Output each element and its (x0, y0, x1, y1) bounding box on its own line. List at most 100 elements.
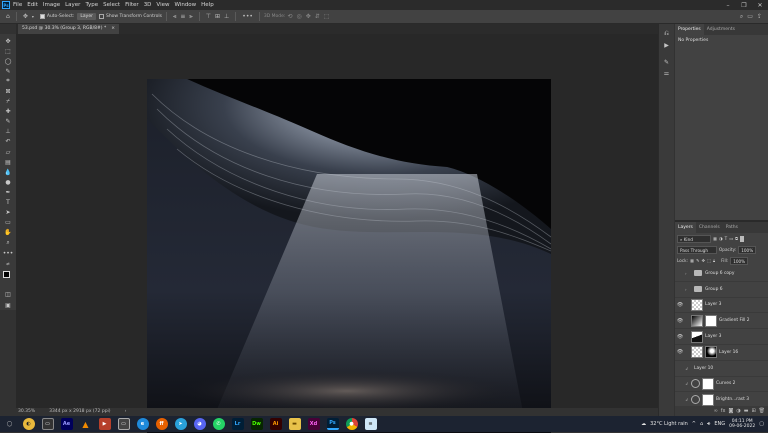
layer-row[interactable]: › Group 6 (675, 282, 768, 298)
eyedropper-tool-icon[interactable]: ⌿ (3, 97, 13, 107)
menu-view[interactable]: View (156, 2, 169, 8)
3d-roll-icon[interactable]: ◎ (296, 13, 301, 20)
layer-row[interactable]: 👁︎ Gradient Fill 2 (675, 313, 768, 330)
align-left-icon[interactable]: ⫷ (173, 13, 176, 21)
lock-position-icon[interactable]: ✥ (701, 258, 705, 263)
chevron-right-icon[interactable]: › (685, 271, 691, 276)
firefox-icon[interactable]: ff (155, 418, 168, 430)
filter-smart-icon[interactable]: ⧉ (735, 236, 738, 241)
language-indicator[interactable]: ENG (714, 421, 725, 427)
new-layer-icon[interactable]: ⊞ (751, 408, 755, 414)
notifications-icon[interactable]: ▢ (759, 421, 764, 427)
layer-style-icon[interactable]: fx (721, 408, 726, 414)
clone-stamp-tool-icon[interactable]: ⊥ (3, 127, 13, 137)
xd-icon[interactable]: Xd (307, 418, 320, 430)
healing-brush-tool-icon[interactable]: ✚ (3, 107, 13, 117)
document-tab[interactable]: 53.psd @ 30.3% (Group 3, RGB/8#) * × (18, 24, 119, 34)
search-icon[interactable]: ⌕ (740, 13, 743, 21)
tab-channels[interactable]: Channels (696, 222, 723, 233)
home-icon[interactable]: ⌂ (6, 13, 10, 20)
dreamweaver-icon[interactable]: Dw (250, 418, 263, 430)
lock-transparent-icon[interactable]: ▦ (690, 258, 694, 263)
foreground-color-swatch[interactable] (3, 271, 10, 279)
link-layers-icon[interactable]: ∞ (714, 408, 718, 414)
menu-image[interactable]: Image (43, 2, 60, 8)
layer-row[interactable]: › Group 6 copy (675, 266, 768, 282)
3d-orbit-icon[interactable]: ⟲ (287, 13, 292, 20)
new-group-icon[interactable]: ▬ (744, 408, 749, 414)
notepad-icon[interactable]: ≡ (364, 418, 377, 430)
lock-artboard-icon[interactable]: ⬚ (707, 258, 711, 263)
3d-pan-icon[interactable]: ✥ (306, 13, 311, 20)
eye-icon[interactable]: 👁︎ (675, 318, 685, 324)
clock[interactable]: 04:11 PM 09-06-2022 (729, 419, 755, 430)
layer-row[interactable]: ↲ Layer 10 (675, 361, 768, 377)
3d-slide-icon[interactable]: ⇵ (315, 13, 320, 20)
transform-controls-checkbox[interactable] (98, 14, 104, 19)
lock-paint-icon[interactable]: ✎ (696, 258, 700, 263)
volume-icon[interactable]: 🔊︎ (707, 421, 710, 427)
actions-play-icon[interactable]: ▶ (664, 42, 669, 49)
3d-scale-icon[interactable]: ⬚ (324, 13, 330, 20)
auto-select-checkbox[interactable] (39, 14, 45, 19)
color-swatches[interactable] (2, 270, 14, 282)
eye-icon[interactable]: 👁︎ (675, 349, 685, 355)
folder-icon[interactable]: ▬ (288, 418, 301, 430)
fill-input[interactable]: 100% (730, 256, 749, 265)
file-explorer-icon[interactable]: ▭ (41, 418, 54, 430)
discord-icon[interactable]: ◕ (193, 418, 206, 430)
menu-3d[interactable]: 3D (144, 2, 152, 8)
layer-mask-thumbnail[interactable] (702, 377, 714, 390)
zoom-tool-icon[interactable]: ⌕ (3, 238, 13, 248)
align-top-icon[interactable]: ⊤ (206, 13, 211, 20)
video-editor-icon[interactable]: ▭ (117, 418, 130, 430)
swap-colors-icon[interactable]: ⇄ (3, 258, 13, 268)
lasso-tool-icon[interactable]: ◯ (3, 56, 13, 66)
minimize-icon[interactable]: – (720, 2, 736, 9)
layer-row[interactable]: 👁︎ Layer 3 (675, 298, 768, 314)
move-tool-icon[interactable]: ✥ (3, 36, 13, 46)
more-options-icon[interactable]: ••• (242, 13, 253, 20)
auto-select-dropdown[interactable]: Layer (77, 13, 96, 20)
whatsapp-icon[interactable]: ✆ (212, 418, 225, 430)
adjust-sliders-icon[interactable]: ⚌ (664, 70, 669, 77)
pen-tool-icon[interactable]: ✒ (3, 187, 13, 197)
chrome-icon[interactable]: ● (345, 418, 358, 430)
menu-edit[interactable]: Edit (27, 2, 38, 8)
dodge-tool-icon[interactable]: ● (3, 177, 13, 187)
align-middle-icon[interactable]: ⊞ (215, 13, 220, 20)
new-adjustment-icon[interactable]: ◑ (736, 408, 740, 414)
maximize-icon[interactable]: ❐ (736, 2, 752, 9)
filter-adjustment-icon[interactable]: ◑ (719, 236, 723, 241)
menu-help[interactable]: Help (201, 2, 214, 8)
start-icon[interactable]: ◯ (4, 418, 16, 430)
layer-row[interactable]: 👁︎ Layer 3 (675, 329, 768, 345)
quick-select-tool-icon[interactable]: ✎ (3, 66, 13, 76)
layer-mask-thumbnail[interactable] (705, 346, 717, 359)
tab-adjustments[interactable]: Adjustments (704, 24, 738, 35)
menu-window[interactable]: Window (174, 2, 196, 8)
brush-tool-icon[interactable]: ✎ (3, 117, 13, 127)
tray-chevron-icon[interactable]: ^ (692, 421, 696, 427)
eye-icon[interactable]: 👁︎ (675, 302, 685, 308)
shape-tool-icon[interactable]: ▭ (3, 218, 13, 228)
screen-mode-icon[interactable]: ▣ (3, 300, 13, 310)
zoom-level[interactable]: 30.35% (18, 408, 35, 416)
close-tab-icon[interactable]: × (111, 24, 115, 34)
menu-layer[interactable]: Layer (65, 2, 80, 8)
workspace-icon[interactable]: ▭ (747, 13, 753, 20)
menu-filter[interactable]: Filter (125, 2, 139, 8)
photoshop-taskbar-icon[interactable]: Ps (326, 418, 339, 430)
tab-paths[interactable]: Paths (723, 222, 741, 233)
chevron-down-icon[interactable]: ▾ (32, 14, 34, 19)
menu-type[interactable]: Type (85, 2, 98, 8)
eraser-tool-icon[interactable]: ▱ (3, 147, 13, 157)
filter-pixel-icon[interactable]: ▦ (713, 236, 717, 241)
menu-select[interactable]: Select (103, 2, 120, 8)
path-select-tool-icon[interactable]: ➤ (3, 208, 13, 218)
brush-settings-icon[interactable]: ✎ (664, 59, 669, 66)
lightroom-icon[interactable]: Lr (231, 418, 244, 430)
tab-properties[interactable]: Properties (675, 24, 704, 35)
align-bottom-icon[interactable]: ⊥ (224, 13, 229, 20)
menu-file[interactable]: File (13, 2, 22, 8)
